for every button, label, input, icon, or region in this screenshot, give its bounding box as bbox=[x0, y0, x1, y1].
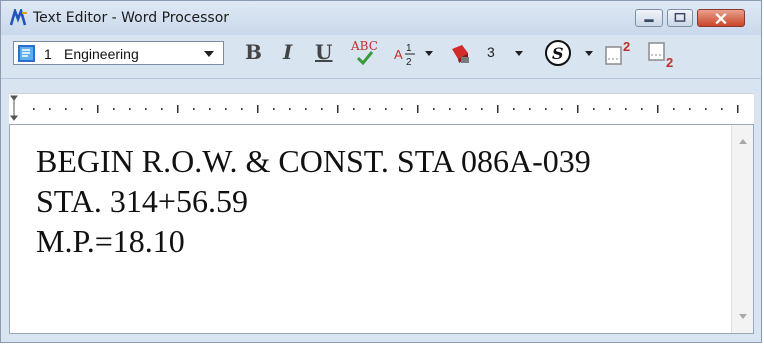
maximize-button[interactable] bbox=[667, 9, 693, 27]
ruler-minor-tick bbox=[641, 108, 643, 110]
ruler-minor-tick bbox=[209, 108, 211, 110]
ruler-minor-tick bbox=[449, 108, 451, 110]
ruler-minor-tick bbox=[81, 108, 83, 110]
special-character-icon: S bbox=[545, 40, 571, 66]
svg-text:2: 2 bbox=[666, 55, 673, 69]
ruler-minor-tick bbox=[721, 108, 723, 110]
close-button[interactable] bbox=[697, 9, 745, 27]
scroll-up-arrow-icon[interactable] bbox=[739, 139, 747, 144]
ruler-minor-tick bbox=[465, 108, 467, 110]
app-logo-icon bbox=[10, 9, 27, 26]
ruler-minor-tick bbox=[305, 108, 307, 110]
ruler-minor-tick bbox=[225, 108, 227, 110]
ruler-minor-tick bbox=[433, 108, 435, 110]
ruler-minor-tick bbox=[673, 108, 675, 110]
ruler-major-tick bbox=[337, 105, 339, 113]
superscript-button[interactable]: 2 bbox=[603, 39, 637, 67]
text-style-select[interactable]: 1 Engineering bbox=[13, 41, 224, 65]
text-line[interactable]: BEGIN R.O.W. & CONST. STA 086A-039 bbox=[36, 141, 696, 181]
subscript-button[interactable]: 2 bbox=[646, 39, 680, 70]
line-spacing-dropdown-arrow[interactable] bbox=[515, 51, 523, 56]
ruler-major-tick bbox=[97, 105, 99, 113]
text-style-icon bbox=[18, 45, 35, 62]
line-spacing-value[interactable]: 3 bbox=[487, 44, 495, 60]
ruler-minor-tick bbox=[129, 108, 131, 110]
minimize-button[interactable] bbox=[635, 9, 663, 27]
ruler-minor-tick bbox=[481, 108, 483, 110]
ruler-minor-tick bbox=[33, 108, 35, 110]
ruler-minor-tick bbox=[513, 108, 515, 110]
ruler-major-tick bbox=[577, 105, 579, 113]
vertical-scrollbar[interactable] bbox=[731, 125, 753, 333]
scroll-down-arrow-icon[interactable] bbox=[739, 314, 747, 319]
ruler-major-tick bbox=[737, 105, 739, 113]
close-icon bbox=[715, 13, 727, 25]
maximize-icon bbox=[674, 12, 686, 22]
ruler-minor-tick bbox=[545, 108, 547, 110]
ruler-minor-tick bbox=[705, 108, 707, 110]
ruler-minor-tick bbox=[561, 108, 563, 110]
svg-text:A: A bbox=[394, 47, 403, 62]
ruler-minor-tick bbox=[161, 108, 163, 110]
ruler-minor-tick bbox=[65, 108, 67, 110]
formatting-toolbar: 1 Engineering B I U ABC A 1 2 3 S 2 2 bbox=[9, 39, 754, 70]
window-title: Text Editor - Word Processor bbox=[33, 10, 230, 26]
minimize-icon bbox=[644, 19, 654, 23]
ruler-minor-tick bbox=[593, 108, 595, 110]
svg-text:1: 1 bbox=[406, 43, 412, 54]
ruler-minor-tick bbox=[529, 108, 531, 110]
fraction-dropdown-arrow[interactable] bbox=[425, 51, 433, 56]
superscript-icon: 2 bbox=[605, 39, 630, 65]
spellcheck-button[interactable]: ABC bbox=[349, 39, 379, 67]
ruler-major-tick bbox=[257, 105, 259, 113]
ruler-minor-tick bbox=[689, 108, 691, 110]
fraction-button[interactable]: A 1 2 bbox=[393, 41, 429, 68]
ruler-minor-tick bbox=[369, 108, 371, 110]
bold-button[interactable]: B bbox=[245, 40, 262, 64]
ruler-minor-tick bbox=[401, 108, 403, 110]
special-character-button[interactable]: S bbox=[544, 39, 572, 67]
ruler-minor-tick bbox=[385, 108, 387, 110]
ruler-major-tick bbox=[177, 105, 179, 113]
underline-button[interactable]: U bbox=[315, 40, 332, 64]
special-character-dropdown-arrow[interactable] bbox=[585, 51, 593, 56]
text-editor-window: Text Editor - Word Processor 1 Engineeri… bbox=[0, 0, 762, 343]
svg-text:S: S bbox=[552, 44, 564, 63]
indent-marker-icon bbox=[10, 95, 18, 121]
title-bar[interactable]: Text Editor - Word Processor bbox=[1, 1, 761, 35]
svg-text:2: 2 bbox=[623, 39, 630, 54]
ruler-major-tick bbox=[657, 105, 659, 113]
checkmark-icon bbox=[357, 51, 373, 65]
fill-color-button[interactable] bbox=[449, 43, 471, 65]
text-line[interactable]: STA. 314+56.59 bbox=[36, 181, 696, 221]
ruler-minor-tick bbox=[609, 108, 611, 110]
text-style-name: Engineering bbox=[64, 46, 139, 62]
ruler-minor-tick bbox=[353, 108, 355, 110]
text-style-number: 1 bbox=[44, 46, 52, 62]
fill-color-icon bbox=[452, 45, 469, 63]
ruler-minor-tick bbox=[193, 108, 195, 110]
toolbar-divider bbox=[1, 78, 761, 79]
ruler-minor-tick bbox=[321, 108, 323, 110]
text-editor-area[interactable]: BEGIN R.O.W. & CONST. STA 086A-039 STA. … bbox=[9, 124, 754, 334]
ruler-minor-tick bbox=[145, 108, 147, 110]
chevron-down-icon bbox=[204, 51, 214, 57]
ruler[interactable] bbox=[9, 93, 754, 125]
ruler-ticks bbox=[10, 95, 739, 121]
ruler-major-tick bbox=[497, 105, 499, 113]
italic-button[interactable]: I bbox=[283, 40, 292, 64]
editor-text[interactable]: BEGIN R.O.W. & CONST. STA 086A-039 STA. … bbox=[36, 141, 696, 261]
svg-text:2: 2 bbox=[406, 57, 412, 67]
ruler-minor-tick bbox=[49, 108, 51, 110]
ruler-minor-tick bbox=[241, 108, 243, 110]
ruler-minor-tick bbox=[625, 108, 627, 110]
subscript-icon: 2 bbox=[648, 42, 673, 70]
ruler-minor-tick bbox=[273, 108, 275, 110]
ruler-minor-tick bbox=[113, 108, 115, 110]
ruler-minor-tick bbox=[289, 108, 291, 110]
ruler-major-tick bbox=[417, 105, 419, 113]
fraction-icon: A 1 2 bbox=[394, 43, 415, 68]
text-line[interactable]: M.P.=18.10 bbox=[36, 221, 696, 261]
